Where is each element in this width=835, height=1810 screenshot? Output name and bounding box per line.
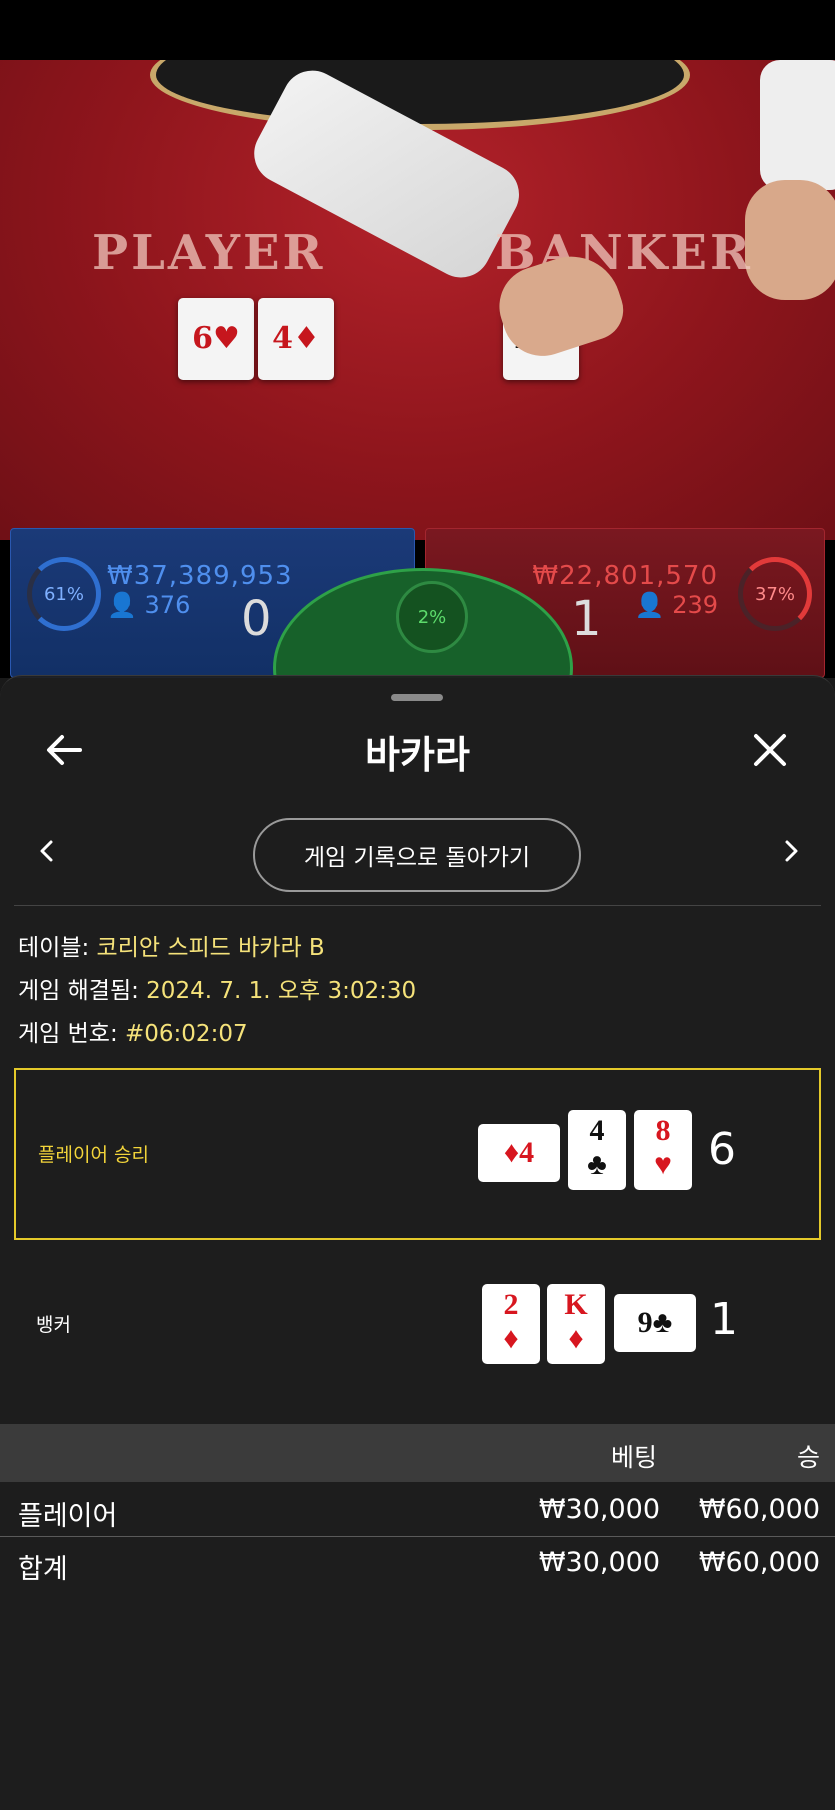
playing-card: K ♦ (547, 1284, 605, 1364)
dealer-arm (760, 60, 835, 190)
row-name: 플레이어 (18, 1501, 118, 1532)
row-win: ₩60,000 (698, 1547, 820, 1578)
dealer-hand (745, 180, 835, 300)
playing-card: 8 ♥ (634, 1110, 692, 1190)
card-suit: ♣ (652, 1306, 673, 1339)
table-row: 합계 ₩30,000 ₩60,000 (0, 1537, 835, 1589)
player-score: 0 (241, 591, 272, 647)
card-suit: ♦ (568, 1322, 584, 1355)
bets-table-header: 베팅 승 (0, 1424, 835, 1482)
row-bet: ₩30,000 (538, 1494, 660, 1525)
banker-bettor-count: 👤 239 (635, 591, 718, 619)
felt-card: 6♥ (178, 298, 254, 380)
divider (14, 905, 821, 906)
bet-summary-bar: 61% ₩37,389,953 👤 376 0 37% ₩22,801,570 … (10, 528, 825, 768)
banker-result-row: 뱅커 2 ♦ K ♦ 9♣ 1 (14, 1248, 821, 1420)
banker-score: 1 (571, 591, 602, 647)
banker-hand-total: 1 (710, 1294, 738, 1345)
card-rank: 4 (519, 1136, 535, 1169)
game-history-sheet: 바카라 게임 기록으로 돌아가기 테이블: 코리안 스피드 바카라 B 게임 해… (0, 675, 835, 1810)
banker-count-value: 239 (672, 591, 718, 619)
playing-card: 4 ♣ (568, 1110, 626, 1190)
status-bar (0, 0, 835, 60)
resolved-info: 게임 해결됨: 2024. 7. 1. 오후 3:02:30 (18, 971, 416, 1005)
player-bet-amount: ₩37,389,953 (107, 561, 293, 591)
game-number-value: #06:02:07 (125, 1021, 248, 1047)
player-count-value: 376 (144, 591, 191, 619)
live-video-table: PLAYER BANKER 6♥ 4♦ A♠ (0, 60, 835, 540)
person-icon: 👤 (107, 591, 137, 619)
table-info-label: 테이블: (18, 935, 97, 961)
drag-handle[interactable] (391, 694, 443, 701)
row-bet: ₩30,000 (538, 1547, 660, 1578)
chevron-left-icon[interactable] (32, 836, 62, 866)
resolved-info-value: 2024. 7. 1. 오후 3:02:30 (146, 978, 417, 1004)
close-icon[interactable] (748, 728, 792, 772)
player-percent: 61% (43, 583, 84, 605)
card-rank: 9 (637, 1306, 653, 1339)
card-rank: 4 (589, 1114, 605, 1147)
header-win: 승 (796, 1443, 820, 1472)
banker-result-label: 뱅커 (36, 1314, 71, 1336)
tie-percent-ring: 2% (396, 581, 468, 653)
card-suit: ♦ (503, 1136, 520, 1169)
banker-bet-amount: ₩22,801,570 (532, 561, 718, 591)
banker-percent: 37% (754, 583, 795, 605)
player-result-row: 플레이어 승리 ♦4 4 ♣ 8 ♥ 6 (14, 1068, 821, 1240)
table-info-value: 코리안 스피드 바카라 B (96, 935, 325, 961)
playing-card: 2 ♦ (482, 1284, 540, 1364)
card-rank: 8 (655, 1114, 671, 1147)
person-icon: 👤 (634, 591, 665, 619)
game-number-label: 게임 번호: (18, 1021, 126, 1047)
banker-percent-ring: 37% (738, 557, 812, 631)
tie-percent: 2% (417, 606, 447, 628)
felt-card: 4♦ (258, 298, 334, 380)
felt-player-label: PLAYER (92, 225, 326, 281)
chevron-right-icon[interactable] (776, 836, 806, 866)
sheet-title: 바카라 (365, 733, 470, 777)
player-hand-total: 6 (708, 1124, 736, 1175)
card-suit: ♣ (587, 1148, 607, 1181)
card-rank: 2 (503, 1288, 519, 1321)
player-percent-ring: 61% (27, 557, 101, 631)
card-suit: ♥ (654, 1148, 672, 1181)
table-info: 테이블: 코리안 스피드 바카라 B (18, 928, 325, 962)
row-win: ₩60,000 (698, 1494, 820, 1525)
table-row: 플레이어 ₩30,000 ₩60,000 (0, 1484, 835, 1536)
card-suit: ♦ (503, 1322, 519, 1355)
resolved-info-label: 게임 해결됨: (18, 978, 147, 1004)
playing-card: ♦4 (478, 1124, 560, 1182)
player-result-label: 플레이어 승리 (38, 1144, 149, 1166)
game-number-info: 게임 번호: #06:02:07 (18, 1014, 248, 1048)
card-rank: K (564, 1288, 588, 1321)
row-name: 합계 (18, 1554, 68, 1585)
player-bettor-count: 👤 376 (107, 591, 190, 619)
table-rim (150, 60, 690, 130)
return-to-history-button[interactable]: 게임 기록으로 돌아가기 (253, 818, 581, 892)
playing-card: 9♣ (614, 1294, 696, 1352)
header-bet: 베팅 (610, 1443, 657, 1472)
